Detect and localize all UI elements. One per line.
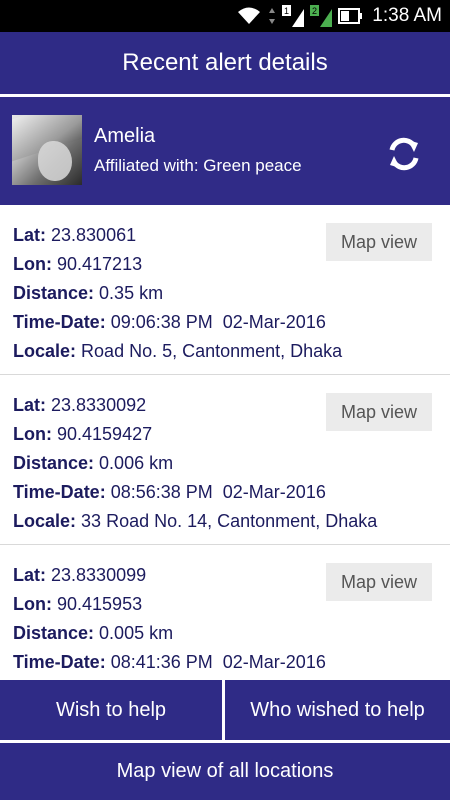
time-date-row: Time-Date: 09:06:38 PM 02-Mar-2016	[13, 312, 326, 333]
distance-label: Distance:	[13, 623, 95, 643]
who-wished-button[interactable]: Who wished to help	[225, 680, 450, 740]
lat-row: Lat: 23.8330099	[13, 565, 146, 586]
locale-row: Locale: 33 Road No. 14, Cantonment, Dhak…	[13, 511, 377, 532]
app-header: Recent alert details	[0, 32, 450, 94]
lat-row: Lat: 23.8330092	[13, 395, 146, 416]
time-date-value: 09:06:38 PM 02-Mar-2016	[110, 312, 326, 332]
lon-value: 90.415953	[57, 594, 143, 614]
lon-row: Lon: 90.4159427	[13, 424, 152, 445]
lon-value: 90.4159427	[57, 424, 153, 444]
battery-icon	[338, 8, 363, 24]
lon-label: Lon:	[13, 254, 52, 274]
lat-value: 23.8330092	[51, 395, 147, 415]
locale-label: Locale:	[13, 511, 77, 531]
lon-label: Lon:	[13, 594, 52, 614]
alert-list[interactable]: Lat: 23.830061 Lon: 90.417213 Distance: …	[0, 205, 450, 680]
sim1-label: 1	[284, 6, 289, 16]
time-date-label: Time-Date:	[13, 312, 106, 332]
data-arrows-icon	[269, 8, 276, 24]
locale-row: Locale: Road No. 5, Cantonment, Dhaka	[13, 341, 342, 362]
time-date-row: Time-Date: 08:56:38 PM 02-Mar-2016	[13, 482, 326, 503]
list-item: Lat: 23.8330099 Lon: 90.415953 Distance:…	[0, 545, 450, 680]
page-title: Recent alert details	[122, 49, 328, 76]
lon-value: 90.417213	[57, 254, 143, 274]
list-item: Lat: 23.830061 Lon: 90.417213 Distance: …	[0, 205, 450, 375]
lat-value: 23.830061	[51, 225, 137, 245]
distance-value: 0.35 km	[99, 283, 164, 303]
lat-label: Lat:	[13, 395, 46, 415]
wifi-icon	[238, 7, 261, 24]
avatar	[12, 115, 82, 185]
profile-name: Amelia	[94, 125, 156, 147]
signal-icon: 1	[282, 5, 305, 27]
lat-label: Lat:	[13, 565, 46, 585]
distance-row: Distance: 0.006 km	[13, 453, 173, 474]
locale-label: Locale:	[13, 341, 77, 361]
locale-value: Road No. 5, Cantonment, Dhaka	[81, 341, 343, 361]
map-view-button[interactable]: Map view	[326, 223, 432, 261]
distance-value: 0.005 km	[99, 623, 174, 643]
locale-value: 33 Road No. 14, Cantonment, Dhaka	[81, 511, 378, 531]
lat-label: Lat:	[13, 225, 46, 245]
distance-label: Distance:	[13, 453, 95, 473]
status-bar: 1 2 1:38 AM	[0, 0, 450, 32]
lon-row: Lon: 90.417213	[13, 254, 142, 275]
profile-card: Amelia Affiliated with: Green peace	[0, 97, 450, 205]
profile-affiliation: Affiliated with: Green peace	[94, 156, 302, 175]
time-date-row: Time-Date: 08:41:36 PM 02-Mar-2016	[13, 652, 326, 673]
time-date-value: 08:56:38 PM 02-Mar-2016	[110, 482, 326, 502]
time-date-value: 08:41:36 PM 02-Mar-2016	[110, 652, 326, 672]
refresh-icon[interactable]	[384, 134, 424, 174]
list-item: Lat: 23.8330092 Lon: 90.4159427 Distance…	[0, 375, 450, 545]
map-view-button[interactable]: Map view	[326, 393, 432, 431]
lat-value: 23.8330099	[51, 565, 147, 585]
sim2-label: 2	[312, 6, 317, 16]
lon-row: Lon: 90.415953	[13, 594, 142, 615]
map-all-locations-button[interactable]: Map view of all locations	[0, 743, 450, 800]
distance-label: Distance:	[13, 283, 95, 303]
distance-row: Distance: 0.35 km	[13, 283, 163, 304]
bottom-action-row: Wish to help Who wished to help	[0, 680, 450, 740]
lon-label: Lon:	[13, 424, 52, 444]
distance-row: Distance: 0.005 km	[13, 623, 173, 644]
wish-to-help-button[interactable]: Wish to help	[0, 680, 222, 740]
clock: 1:38 AM	[372, 5, 442, 26]
time-date-label: Time-Date:	[13, 652, 106, 672]
map-view-button[interactable]: Map view	[326, 563, 432, 601]
time-date-label: Time-Date:	[13, 482, 106, 502]
distance-value: 0.006 km	[99, 453, 174, 473]
lat-row: Lat: 23.830061	[13, 225, 136, 246]
signal-icon-sim2: 2	[310, 5, 333, 27]
